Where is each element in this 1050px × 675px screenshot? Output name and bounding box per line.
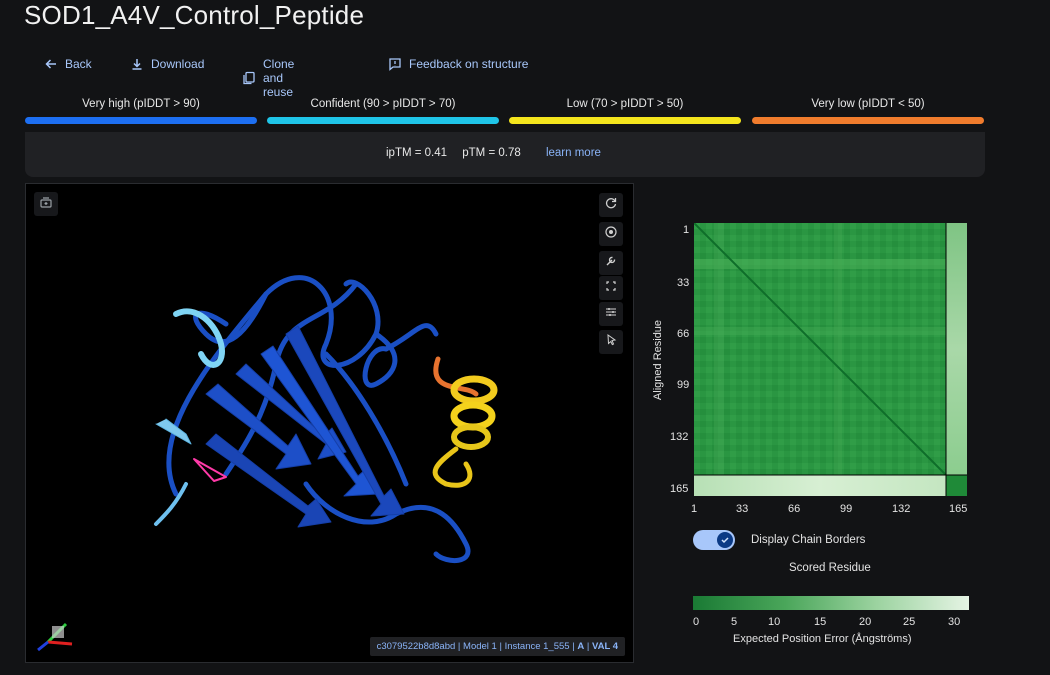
info-chain: A <box>577 641 585 652</box>
legend-label: Low (70 > pIDDT > 50) <box>566 98 684 110</box>
colorbar-tick: 25 <box>903 616 916 628</box>
clone-label: Clone and reuse <box>263 57 295 99</box>
page-title: SOD1_A4V_Control_Peptide <box>24 0 365 30</box>
sliders-icon <box>604 305 618 324</box>
legend-bar <box>25 117 257 124</box>
legend-confident: Confident (90 > pIDDT > 70) <box>267 98 499 124</box>
info-residue: VAL 4 <box>591 641 618 652</box>
legend-bar <box>752 117 984 124</box>
info-id: c3079522b8d8abd <box>376 641 456 652</box>
download-label: Download <box>151 57 205 71</box>
feedback-icon <box>388 57 402 71</box>
check-icon <box>717 532 733 548</box>
x-tick: 33 <box>736 503 749 515</box>
clone-and-reuse-button[interactable]: Clone and reuse <box>242 57 294 99</box>
pae-y-axis-title: Aligned Residue <box>652 319 664 401</box>
chain-borders-toggle[interactable] <box>693 530 735 550</box>
arrow-left-icon <box>44 57 58 71</box>
legend-label: Confident (90 > pIDDT > 70) <box>310 98 456 110</box>
iptm-score: ipTM = 0.41 <box>386 147 448 159</box>
colorbar-title: Expected Position Error (Ångströms) <box>733 633 912 645</box>
download-icon <box>130 57 144 71</box>
y-tick: 33 <box>677 277 690 289</box>
chain-borders-label: Display Chain Borders <box>751 534 866 546</box>
pae-x-axis-title: Scored Residue <box>789 562 871 574</box>
pae-heatmap[interactable] <box>694 223 967 496</box>
controls-button[interactable] <box>599 302 623 326</box>
y-tick: 132 <box>670 431 689 443</box>
info-model: Model 1 <box>463 641 497 652</box>
x-tick: 1 <box>691 503 698 515</box>
copy-icon <box>242 71 256 85</box>
x-tick: 132 <box>892 503 911 515</box>
structure-viewer[interactable]: c3079522b8d8abd | Model 1 | Instance 1_5… <box>25 183 634 663</box>
spin-button[interactable] <box>599 222 623 246</box>
legend-low: Low (70 > pIDDT > 50) <box>509 98 741 124</box>
colorbar-tick: 20 <box>859 616 872 628</box>
colorbar-tick: 15 <box>814 616 827 628</box>
colorbar-tick: 0 <box>693 616 700 628</box>
colorbar-tick: 10 <box>768 616 781 628</box>
cursor-icon <box>604 333 618 352</box>
y-tick: 66 <box>677 328 690 340</box>
settings-button[interactable] <box>599 251 623 275</box>
legend-label: Very high (pIDDT > 90) <box>82 98 200 110</box>
legend-label: Very low (pIDDT < 50) <box>811 98 925 110</box>
protein-cartoon <box>37 275 498 652</box>
back-label: Back <box>65 57 92 71</box>
selection-info: c3079522b8d8abd | Model 1 | Instance 1_5… <box>369 637 625 656</box>
learn-more-link[interactable]: learn more <box>546 147 601 159</box>
screenshot-button[interactable] <box>34 192 58 216</box>
colorbar-tick: 30 <box>948 616 961 628</box>
info-instance: Instance 1_555 <box>504 641 570 652</box>
orbit-icon <box>604 225 618 244</box>
plddt-legend: Very high (pIDDT > 90) Confident (90 > p… <box>25 98 985 128</box>
y-tick: 165 <box>670 483 689 495</box>
pae-colorbar <box>693 596 969 610</box>
y-tick: 99 <box>677 379 690 391</box>
fullscreen-button[interactable] <box>599 276 623 300</box>
x-tick: 165 <box>949 503 968 515</box>
reset-view-button[interactable] <box>599 193 623 217</box>
legend-very-high: Very high (pIDDT > 90) <box>25 98 257 124</box>
select-mode-button[interactable] <box>599 330 623 354</box>
confidence-scores-panel: ipTM = 0.41 pTM = 0.78 learn more <box>25 132 985 177</box>
camera-icon <box>39 195 53 214</box>
refresh-icon <box>604 196 618 215</box>
download-button[interactable]: Download <box>130 57 204 71</box>
legend-bar <box>267 117 499 124</box>
x-tick: 99 <box>840 503 853 515</box>
y-tick: 1 <box>683 224 690 236</box>
axes-triad <box>37 622 73 652</box>
x-tick: 66 <box>788 503 801 515</box>
colorbar-tick: 5 <box>731 616 738 628</box>
back-button[interactable]: Back <box>44 57 92 71</box>
legend-very-low: Very low (pIDDT < 50) <box>752 98 984 124</box>
ptm-score: pTM = 0.78 <box>462 147 521 159</box>
expand-icon <box>604 279 618 298</box>
feedback-button[interactable]: Feedback on structure <box>388 57 528 71</box>
legend-bar <box>509 117 741 124</box>
wrench-icon <box>604 254 618 273</box>
feedback-label: Feedback on structure <box>409 57 529 71</box>
